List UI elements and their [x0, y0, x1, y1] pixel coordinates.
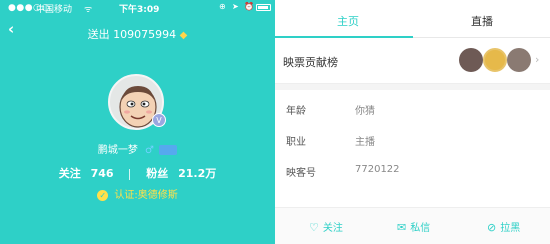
alarm-icon: ⏰	[244, 2, 254, 11]
stats-divider	[129, 168, 131, 180]
gifts-sent-line: 送出 109075994 ◆	[0, 26, 275, 42]
contributor-avatar	[459, 48, 483, 72]
follow-label[interactable]: 关注	[59, 167, 81, 180]
info-value: 你猜	[355, 106, 375, 117]
section-divider	[275, 84, 550, 90]
verified-v-badge-icon: V	[152, 113, 166, 127]
follow-button-label: 关注	[322, 223, 343, 234]
block-button[interactable]: ⊘ 拉黑	[487, 219, 520, 234]
tab-bar: 主页 直播	[275, 0, 550, 38]
contribution-ranking-label: 映票贡献榜	[283, 56, 338, 69]
level-badge	[159, 145, 178, 155]
check-circle-icon: ✓	[97, 189, 109, 201]
tab-live[interactable]: 直播	[471, 13, 493, 29]
gifts-sent-text: 送出 109075994	[87, 28, 177, 41]
fans-label[interactable]: 粉丝	[146, 167, 168, 180]
contributor-avatar	[507, 48, 531, 72]
block-button-label: 拉黑	[500, 223, 521, 234]
info-row-age: 年龄 你猜	[275, 93, 550, 123]
info-key: 映客号	[286, 168, 316, 179]
info-key: 职业	[286, 137, 306, 148]
chevron-right-icon: ›	[535, 53, 540, 66]
envelope-icon: ✉	[397, 221, 407, 234]
follow-button[interactable]: ♡ 关注	[309, 219, 343, 234]
username-row: 鹏城一梦 ♂	[0, 141, 275, 156]
location-icon: ➤	[232, 2, 239, 11]
info-value: 主播	[355, 137, 375, 148]
info-row-occupation: 职业 主播	[275, 124, 550, 154]
message-button-label: 私信	[410, 223, 431, 234]
message-button[interactable]: ✉ 私信	[397, 219, 430, 234]
profile-header-panel: ●●●○○ 中国移动 ᯤ 下午3:09 ⊕ ➤ ⏰ ‹ 送出 109075994…	[0, 0, 275, 244]
action-bar: ♡ 关注 ✉ 私信 ⊘ 拉黑	[275, 207, 550, 244]
block-icon: ⊘	[487, 221, 497, 234]
rotation-lock-icon: ⊕	[219, 2, 226, 11]
fans-count[interactable]: 21.2万	[178, 167, 216, 180]
contributor-avatar	[483, 48, 507, 72]
battery-icon	[256, 4, 271, 11]
status-bar: ●●●○○ 中国移动 ᯤ 下午3:09 ⊕ ➤ ⏰	[0, 0, 275, 16]
tab-homepage[interactable]: 主页	[337, 13, 359, 29]
info-value: 7720122	[355, 164, 400, 175]
status-time: 下午3:09	[119, 5, 160, 15]
follow-stats: 关注 746 粉丝 21.2万	[0, 165, 275, 181]
diamond-icon: ◆	[179, 30, 188, 41]
verification-line: ✓ 认证:奥德修斯	[0, 186, 275, 201]
profile-detail-panel: 主页 直播 映票贡献榜 › 年龄 你猜 职业 主播 映客号 7720122 ♡ 关…	[275, 0, 550, 244]
info-row-user-id: 映客号 7720122	[275, 155, 550, 185]
username: 鹏城一梦	[97, 145, 138, 156]
follow-count[interactable]: 746	[91, 167, 114, 180]
contribution-ranking-row[interactable]: 映票贡献榜 ›	[275, 38, 550, 84]
info-key: 年龄	[286, 106, 306, 117]
carrier-name: 中国移动	[36, 5, 73, 15]
heart-icon: ♡	[309, 221, 319, 234]
verification-text: 认证:奥德修斯	[114, 190, 178, 201]
wifi-icon: ᯤ	[84, 5, 93, 15]
gender-male-icon: ♂	[145, 145, 154, 156]
